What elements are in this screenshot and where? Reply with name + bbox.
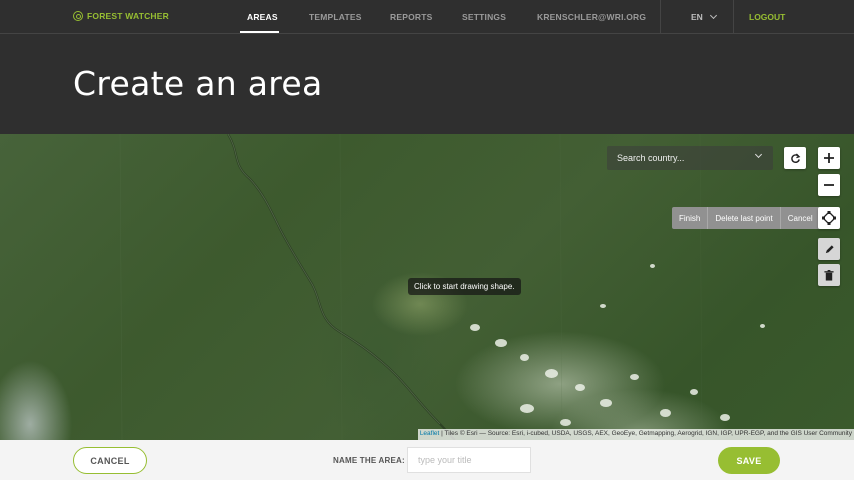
delete-last-point-button[interactable]: Delete last point — [708, 207, 781, 229]
cloud — [720, 414, 730, 421]
polygon-draw-icon — [822, 211, 836, 225]
trash-icon — [824, 269, 834, 281]
language-label: EN — [691, 12, 703, 22]
refresh-button[interactable] — [784, 147, 806, 169]
nav-item-reports[interactable]: REPORTS — [390, 12, 433, 22]
logout-link[interactable]: LOGOUT — [749, 12, 785, 22]
zoom-in-icon — [824, 153, 834, 163]
cloud — [660, 409, 671, 417]
pencil-icon — [825, 244, 834, 253]
draw-polygon-button[interactable] — [818, 207, 840, 229]
cloud — [520, 354, 529, 361]
footer-bar: CANCEL NAME THE AREA: SAVE — [0, 440, 854, 480]
cancel-drawing-button[interactable]: Cancel — [781, 207, 820, 229]
cloud — [560, 419, 571, 426]
draw-actions-bar: Finish Delete last point Cancel — [672, 207, 820, 229]
cancel-button[interactable]: CANCEL — [73, 447, 147, 474]
cloud — [630, 374, 639, 380]
country-search-select[interactable]: Search country... — [607, 146, 773, 170]
area-name-label: NAME THE AREA: — [333, 456, 405, 465]
nav-item-account[interactable]: KRENSCHLER@WRI.ORG — [537, 12, 646, 22]
chevron-down-icon — [709, 11, 717, 20]
nav-divider — [733, 0, 734, 34]
finish-drawing-button[interactable]: Finish — [672, 207, 709, 229]
search-placeholder: Search country... — [617, 153, 685, 163]
cloud — [495, 339, 507, 347]
language-selector[interactable]: EN — [691, 11, 717, 22]
cloud — [600, 399, 612, 407]
delete-layers-button[interactable] — [818, 264, 840, 286]
forest-watcher-logo-icon — [73, 11, 83, 21]
cloud — [575, 384, 585, 391]
save-button[interactable]: SAVE — [718, 447, 780, 474]
cloud — [690, 389, 698, 395]
edit-layers-button[interactable] — [818, 238, 840, 260]
cloud — [650, 264, 655, 268]
active-nav-indicator — [240, 31, 279, 33]
chevron-down-icon — [754, 150, 763, 159]
cloud — [760, 324, 765, 328]
nav-item-settings[interactable]: SETTINGS — [462, 12, 506, 22]
brand-name: FOREST WATCHER — [87, 11, 169, 21]
page-title: Create an area — [73, 64, 323, 103]
satellite-map[interactable]: Search country... Finish Delete last poi… — [0, 134, 854, 440]
nav-item-areas[interactable]: AREAS — [247, 12, 278, 22]
cloud — [600, 304, 606, 308]
nav-item-templates[interactable]: TEMPLATES — [309, 12, 362, 22]
zoom-out-icon — [824, 184, 834, 186]
top-navigation: FOREST WATCHER AREAS TEMPLATES REPORTS S… — [0, 0, 854, 34]
zoom-out-button[interactable] — [818, 174, 840, 196]
cloud — [470, 324, 480, 331]
leaflet-link[interactable]: Leaflet — [420, 430, 440, 437]
zoom-in-button[interactable] — [818, 147, 840, 169]
nav-divider — [660, 0, 661, 34]
cloud — [545, 369, 558, 378]
map-attribution: Leaflet | Tiles © Esri — Source: Esri, i… — [417, 429, 854, 440]
brand-logo[interactable]: FOREST WATCHER — [73, 11, 169, 21]
cloud — [520, 404, 534, 413]
draw-tooltip: Click to start drawing shape. — [408, 278, 521, 295]
refresh-icon — [790, 152, 800, 163]
area-name-input[interactable] — [407, 447, 531, 473]
attribution-text: | Tiles © Esri — Source: Esri, i-cubed, … — [439, 430, 852, 437]
